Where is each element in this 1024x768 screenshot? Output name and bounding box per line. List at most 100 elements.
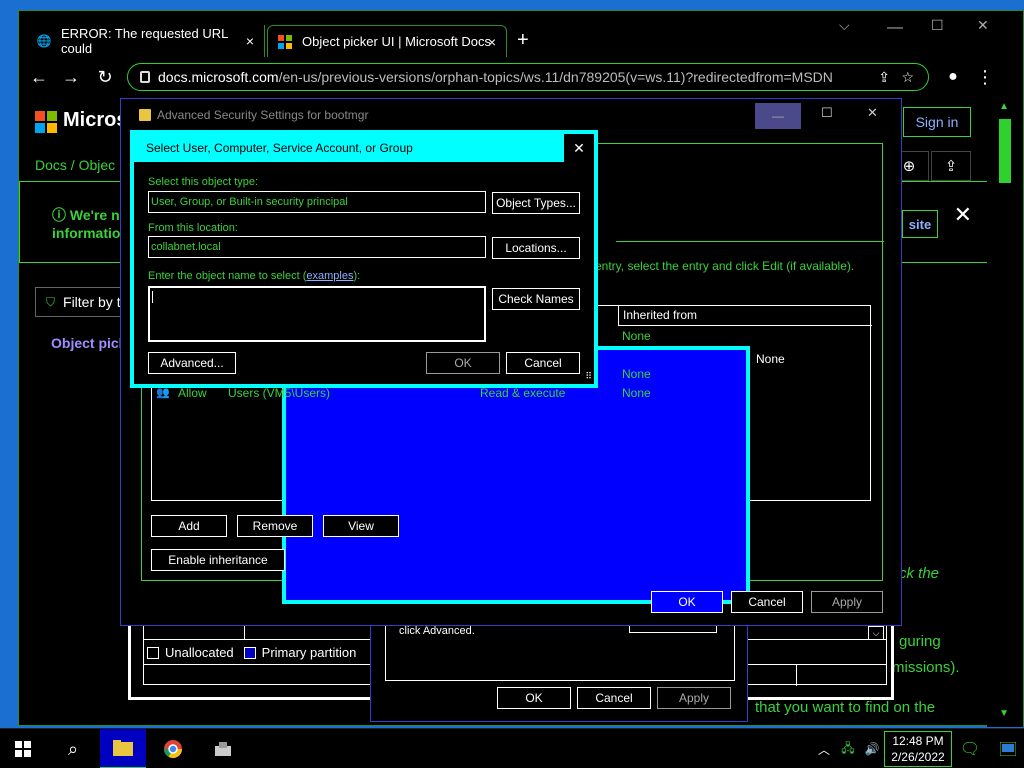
object-types-button[interactable]: Object Types... <box>492 192 580 214</box>
profile-icon[interactable]: ● <box>941 65 965 89</box>
url-path: /en-us/previous-versions/orphan-topics/w… <box>278 69 833 85</box>
restore-icon[interactable]: ☐ <box>931 17 944 34</box>
browser-toolbar: ← → ↻ docs.microsoft.com /en-us/previous… <box>19 61 1023 93</box>
tab-search-icon[interactable]: ⌵ <box>839 17 850 34</box>
apply-button[interactable]: Apply <box>811 591 883 613</box>
address-bar[interactable]: docs.microsoft.com /en-us/previous-versi… <box>127 63 929 91</box>
volume-icon[interactable]: 🔊 <box>860 729 884 768</box>
instruction-text: entry, select the entry and click Edit (… <box>595 259 855 273</box>
globe-icon: 🌐 <box>36 34 52 48</box>
location-label: From this location: <box>148 222 238 234</box>
app-icon[interactable] <box>200 729 246 768</box>
share-page-icon[interactable]: ⇪ <box>931 151 971 181</box>
cancel-button[interactable]: Cancel <box>731 591 803 613</box>
primary-partition-swatch <box>243 646 256 659</box>
locations-button[interactable]: Locations... <box>492 237 580 259</box>
check-names-button[interactable]: Check Names <box>492 288 580 310</box>
reload-icon[interactable]: ↻ <box>93 65 117 89</box>
chevron-down-icon[interactable]: ⌵ <box>868 626 884 640</box>
filter-icon: ⛉ <box>46 294 56 309</box>
breadcrumb-current[interactable]: Objec <box>79 157 116 173</box>
tab-object-picker[interactable]: Object picker UI | Microsoft Docs × <box>267 25 507 57</box>
remove-button[interactable]: Remove <box>237 515 313 537</box>
clock[interactable]: 12:48 PM 2/26/2022 <box>884 731 952 767</box>
dialog-text: click Advanced. <box>399 625 475 637</box>
tab-close-icon[interactable]: × <box>488 34 496 50</box>
dialog-title: Select User, Computer, Service Account, … <box>134 134 594 162</box>
windows-icon <box>15 741 31 757</box>
back-icon[interactable]: ← <box>27 65 51 89</box>
disk-legend: Unallocated Primary partition <box>147 645 356 660</box>
dialog-title: Advanced Security Settings for bootmgr <box>157 108 369 122</box>
toc-link[interactable]: Object pick <box>51 335 126 351</box>
new-tab-button[interactable]: + <box>517 29 529 52</box>
advanced-button[interactable]: Advanced... <box>148 352 236 374</box>
chevron-up-icon[interactable]: ︿ <box>812 729 836 768</box>
tab-error[interactable]: 🌐 ERROR: The requested URL could × <box>27 25 265 57</box>
object-type-label: Select this object type: <box>148 176 259 188</box>
scroll-down-icon[interactable]: ▼ <box>999 708 1009 719</box>
tab-label: Object picker UI | Microsoft Docs <box>302 34 492 49</box>
add-button[interactable]: Add <box>151 515 227 537</box>
banner-text: ⓘ We're n informatio <box>52 207 121 241</box>
text-caret <box>152 291 153 303</box>
permissions-dialog: click Advanced. OK Cancel Apply <box>370 612 748 722</box>
star-icon[interactable]: ☆ <box>901 69 914 86</box>
scroll-up-icon[interactable]: ▲ <box>999 101 1009 112</box>
object-name-input[interactable] <box>148 286 486 342</box>
info-icon: ⓘ <box>52 207 66 223</box>
show-desktop-button[interactable] <box>994 729 1022 768</box>
folder-icon <box>139 109 151 121</box>
breadcrumb: Docs / Objec <box>35 157 116 173</box>
resize-grip-icon[interactable]: ⠿ <box>585 371 592 382</box>
object-type-field: User, Group, or Built-in security princi… <box>148 191 486 213</box>
forward-icon[interactable]: → <box>59 65 83 89</box>
tab-close-icon[interactable]: × <box>246 33 254 49</box>
banner-button[interactable]: site <box>902 210 938 238</box>
ok-button[interactable]: OK <box>651 591 723 613</box>
body-text: rmissions). <box>887 659 960 676</box>
minimize-icon[interactable]: — <box>755 103 801 129</box>
breadcrumb-docs[interactable]: Docs <box>35 157 67 173</box>
page-scrollbar[interactable]: ▲ ▼ <box>987 95 1023 727</box>
examples-link[interactable]: examples <box>306 270 353 282</box>
time: 12:48 PM <box>892 734 944 748</box>
body-text: guring <box>899 633 941 650</box>
microsoft-logo-icon <box>35 111 57 133</box>
search-icon[interactable]: ⌕ <box>50 729 96 768</box>
microsoft-logo-icon <box>278 34 292 49</box>
select-user-dialog: Select User, Computer, Service Account, … <box>130 130 598 388</box>
ok-button[interactable]: OK <box>497 687 571 709</box>
body-text: ck the <box>899 565 940 582</box>
start-button[interactable] <box>0 729 46 768</box>
taskbar: ⌕ ︿ 🖧 🔊 12:48 PM 2/26/2022 🗨 <box>0 728 1024 768</box>
sign-in-button[interactable]: Sign in <box>903 107 971 137</box>
chrome-icon[interactable] <box>150 729 196 768</box>
menu-icon[interactable]: ⋮ <box>973 65 997 89</box>
banner-close-icon[interactable]: ✕ <box>954 202 972 228</box>
lock-icon <box>140 71 150 83</box>
enable-inheritance-button[interactable]: Enable inheritance <box>151 549 285 571</box>
minimize-icon[interactable]: — <box>887 19 903 37</box>
maximize-icon[interactable]: ☐ <box>821 105 833 121</box>
close-icon[interactable]: ✕ <box>867 105 878 121</box>
scroll-thumb[interactable] <box>999 119 1011 183</box>
view-button[interactable]: View <box>323 515 399 537</box>
close-icon[interactable]: ✕ <box>977 17 989 34</box>
apply-button[interactable]: Apply <box>657 687 731 709</box>
url-host: docs.microsoft.com <box>158 69 279 85</box>
ok-button[interactable]: OK <box>426 352 500 374</box>
network-icon[interactable]: 🖧 <box>836 729 860 768</box>
close-icon[interactable]: ✕ <box>564 134 594 162</box>
share-icon[interactable]: ⇪ <box>878 69 890 86</box>
date: 2/26/2022 <box>891 750 945 764</box>
cancel-button[interactable]: Cancel <box>506 352 580 374</box>
notification-icon[interactable]: 🗨 <box>956 729 984 768</box>
body-text: that you want to find on the <box>755 699 936 716</box>
file-explorer-icon[interactable] <box>100 729 146 768</box>
cancel-button[interactable]: Cancel <box>577 687 651 709</box>
object-name-label: Enter the object name to select (example… <box>148 270 361 282</box>
column-header-inherited[interactable]: Inherited from <box>618 306 872 326</box>
desktop: 🌐 ERROR: The requested URL could × Objec… <box>0 0 1024 768</box>
unallocated-swatch <box>147 646 159 659</box>
